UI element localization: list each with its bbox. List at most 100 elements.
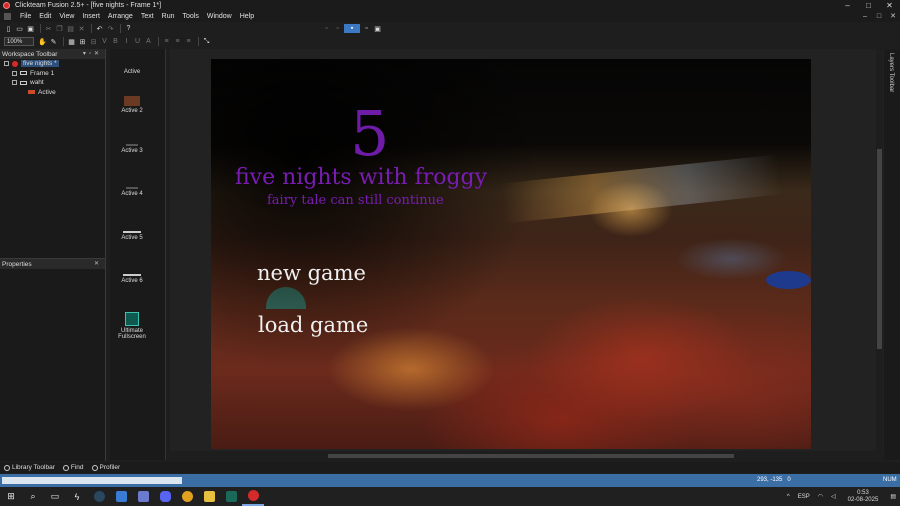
maximize-button[interactable]: □ <box>858 0 879 11</box>
close-button[interactable]: ✕ <box>879 0 900 11</box>
italic-button[interactable]: I <box>122 37 131 46</box>
menu-bar: File Edit View Insert Arrange Text Run T… <box>0 11 900 22</box>
tab-library-toolbar[interactable]: Library Toolbar <box>0 464 59 471</box>
menu-file[interactable]: File <box>16 11 35 22</box>
redo-icon[interactable]: ↷ <box>106 24 115 33</box>
align-left-icon[interactable]: ≡ <box>162 37 171 46</box>
delete-icon[interactable]: ✕ <box>77 24 86 33</box>
standard-toolbar: ▯ ▭ ▣ ✂ ❐ ▤ ✕ ↶ ↷ ? <box>0 22 900 35</box>
object-item[interactable]: Ultimate Fullscreen <box>110 312 154 340</box>
event-list-icon[interactable]: ▣ <box>373 24 382 33</box>
open-folder-icon[interactable]: ▭ <box>15 24 24 33</box>
clock[interactable]: 0:53 02-08-2025 <box>844 490 883 504</box>
window-title: Clickteam Fusion 2.5+ - [five nights - F… <box>15 2 162 9</box>
language-indicator[interactable]: ESP <box>798 494 810 500</box>
file-explorer-icon[interactable] <box>198 487 220 506</box>
save-icon[interactable]: ▣ <box>26 24 35 33</box>
doc-minimize-button[interactable]: – <box>858 11 872 22</box>
steam-icon[interactable] <box>88 487 110 506</box>
minimize-button[interactable]: – <box>837 0 858 11</box>
frame-editor-icon[interactable]: ▪ <box>344 24 360 33</box>
wifi-icon[interactable]: ◠ <box>818 493 823 500</box>
edit-tool-icon[interactable]: ✎ <box>49 37 58 46</box>
menu-tools[interactable]: Tools <box>179 11 203 22</box>
menu-run[interactable]: Run <box>158 11 179 22</box>
layers-toolbar-tab[interactable]: Layers Toolbar <box>884 49 900 460</box>
hand-tool-icon[interactable]: ✋ <box>38 37 47 46</box>
font-color-icon[interactable]: A <box>144 37 153 46</box>
expand-icon[interactable] <box>12 80 17 86</box>
event-editor-icon[interactable]: ▫ <box>362 24 371 33</box>
tree-item-object[interactable]: Active <box>0 88 105 98</box>
cut-icon[interactable]: ✂ <box>44 24 53 33</box>
object-item[interactable]: Active <box>110 65 154 75</box>
panel-controls-icon[interactable]: ▾▫✕ <box>83 49 102 59</box>
object-item[interactable]: Active 6 <box>110 274 154 284</box>
tray-expand-icon[interactable]: ^ <box>787 494 790 500</box>
text-tool-icon[interactable]: V <box>100 37 109 46</box>
expand-icon[interactable] <box>4 61 9 67</box>
app-bolt-icon[interactable]: ϟ <box>66 487 88 506</box>
underline-button[interactable]: U <box>133 37 142 46</box>
horizontal-scrollbar[interactable] <box>172 452 876 460</box>
menu-arrange[interactable]: Arrange <box>104 11 137 22</box>
object-item[interactable]: Active 2 <box>110 96 154 114</box>
doc-restore-button[interactable]: □ <box>872 11 886 22</box>
align-icon[interactable]: ⊞ <box>78 37 87 46</box>
tree-item-frame[interactable]: Frame 1 <box>0 69 105 79</box>
storyboard-icon[interactable]: ▫ <box>322 24 331 33</box>
tree-item-folder[interactable]: waht <box>0 78 105 88</box>
menu-window[interactable]: Window <box>203 11 236 22</box>
start-button-icon[interactable]: ⊞ <box>0 487 22 506</box>
title-number-text[interactable]: 5 <box>350 97 389 170</box>
align-center-icon[interactable]: ≡ <box>173 37 182 46</box>
copy-icon[interactable]: ❐ <box>55 24 64 33</box>
align-right-icon[interactable]: ≡ <box>184 37 193 46</box>
discord-icon[interactable] <box>154 487 176 506</box>
notifications-icon[interactable]: ▤ <box>890 493 896 500</box>
help-icon[interactable]: ? <box>124 24 133 33</box>
level-editor-icon[interactable]: ▫ <box>333 24 342 33</box>
load-game-text[interactable]: load game <box>258 313 368 337</box>
terminal-icon[interactable] <box>220 487 242 506</box>
bold-button[interactable]: B <box>111 37 120 46</box>
tab-find[interactable]: Find <box>59 464 88 471</box>
new-file-icon[interactable]: ▯ <box>4 24 13 33</box>
vertical-scrollbar[interactable] <box>876 49 883 460</box>
tab-profiler[interactable]: Profiler <box>88 464 125 471</box>
frame-canvas[interactable]: 5 five nights with froggy fairy tale can… <box>211 59 811 449</box>
expand-icon[interactable] <box>12 70 17 76</box>
menu-insert[interactable]: Insert <box>78 11 104 22</box>
document-menu-icon[interactable] <box>4 13 11 20</box>
clickteam-fusion-taskbar-icon[interactable] <box>242 487 264 506</box>
menu-help[interactable]: Help <box>236 11 258 22</box>
new-game-text[interactable]: new game <box>257 261 366 285</box>
object-item[interactable]: Active 5 <box>110 231 154 241</box>
menu-view[interactable]: View <box>55 11 78 22</box>
app-blue-icon[interactable] <box>110 487 132 506</box>
doc-close-button[interactable]: ✕ <box>886 11 900 22</box>
close-icon[interactable]: ✕ <box>94 259 102 269</box>
object-item[interactable]: Active 4 <box>110 187 154 197</box>
frame-editor[interactable]: 5 five nights with froggy fairy tale can… <box>170 49 884 451</box>
volume-icon[interactable]: ◁ <box>831 493 836 500</box>
object-item[interactable]: Active 3 <box>110 144 154 154</box>
menu-edit[interactable]: Edit <box>35 11 55 22</box>
search-icon[interactable]: ⌕ <box>22 487 44 506</box>
snap-icon[interactable]: ⊟ <box>89 37 98 46</box>
vertical-scroll-thumb[interactable] <box>877 149 882 349</box>
app-calc-icon[interactable] <box>132 487 154 506</box>
fit-frame-icon[interactable]: ⤡ <box>202 37 211 46</box>
menu-text[interactable]: Text <box>137 11 158 22</box>
paste-icon[interactable]: ▤ <box>66 24 75 33</box>
status-bar: 293, -135 0 NUM <box>0 474 900 487</box>
undo-icon[interactable]: ↶ <box>95 24 104 33</box>
chrome-icon[interactable] <box>176 487 198 506</box>
grid-icon[interactable]: ▦ <box>67 37 76 46</box>
horizontal-scroll-thumb[interactable] <box>328 454 734 458</box>
zoom-select[interactable]: 100% <box>4 37 34 46</box>
game-subtitle-text[interactable]: fairy tale can still continue <box>267 193 444 208</box>
task-view-icon[interactable]: ▭ <box>44 487 66 506</box>
game-title-text[interactable]: five nights with froggy <box>235 165 487 190</box>
tree-item-application[interactable]: five nights * <box>0 59 105 69</box>
